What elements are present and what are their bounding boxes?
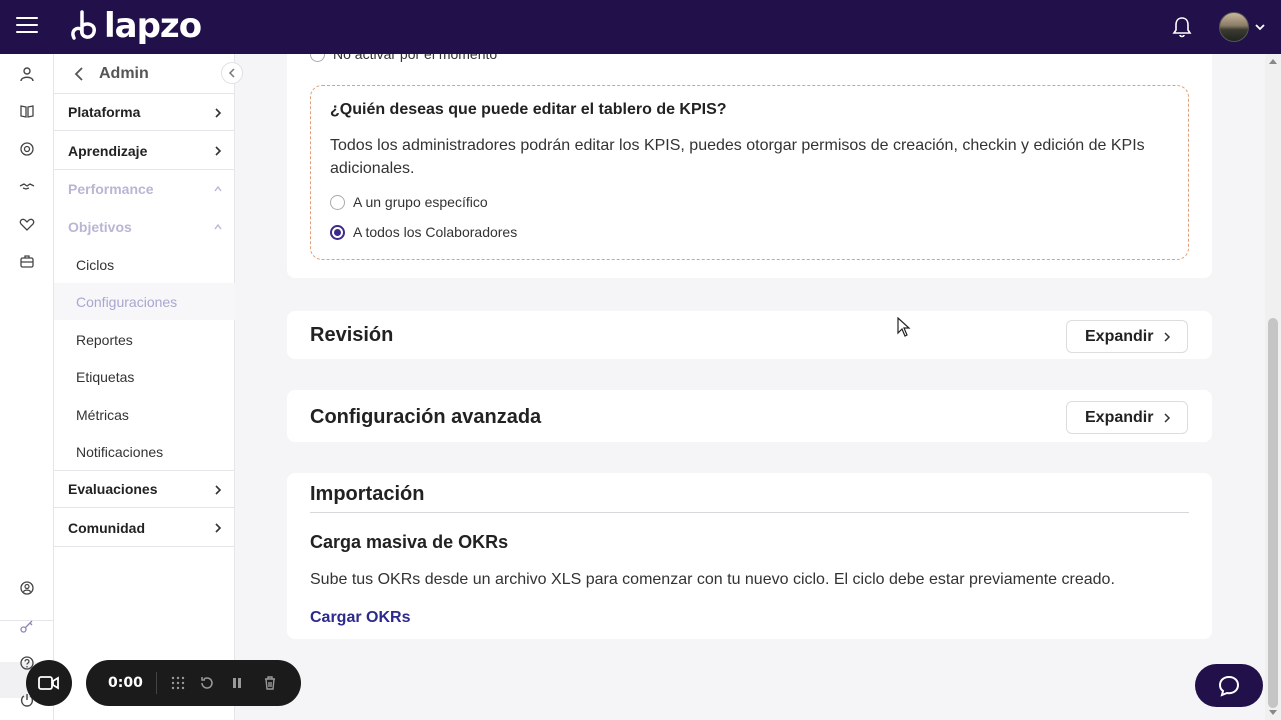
book-icon[interactable] (17, 101, 37, 121)
sidebar-item-label: Aprendizaje (68, 142, 148, 159)
admin-sidebar: Admin Plataforma Aprendizaje Performance… (54, 54, 243, 720)
sidebar-item-reportes[interactable]: Reportes (54, 321, 235, 358)
logo-mark-icon (71, 10, 96, 40)
restart-icon[interactable] (197, 673, 217, 693)
trash-icon[interactable] (260, 673, 280, 693)
expand-button-label: Expandir (1085, 408, 1154, 426)
revision-expand-button[interactable]: Expandir (1066, 320, 1188, 353)
sidebar-item-label: Objetivos (68, 219, 132, 235)
chevron-right-icon (215, 485, 222, 495)
radio-button[interactable] (330, 194, 345, 210)
logo-text: lapzo (104, 6, 202, 46)
radio-button[interactable] (310, 54, 325, 62)
kpis-question: ¿Quién deseas que puede editar el tabler… (330, 101, 727, 118)
key-icon[interactable] (17, 616, 37, 636)
revision-title: Revisión (310, 324, 394, 346)
back-arrow-icon[interactable] (72, 66, 86, 82)
revision-card: Revisión Expandir (287, 311, 1212, 359)
chevron-up-icon (214, 223, 222, 230)
drag-handle-icon[interactable] (168, 673, 188, 693)
chevron-right-icon (215, 146, 222, 156)
scroll-up-icon[interactable] (1269, 58, 1277, 64)
radio-todos-colaboradores[interactable]: A todos los Colaboradores (330, 224, 517, 240)
sidebar-header: Admin (54, 54, 243, 94)
carga-masiva-title: Carga masiva de OKRs (310, 532, 509, 552)
chevron-right-icon (215, 523, 222, 533)
radio-no-activar[interactable]: No activar por el momento (310, 54, 497, 62)
sidebar-item-objetivos[interactable]: Objetivos (54, 208, 235, 246)
sidebar-item-label: Performance (68, 181, 154, 197)
expand-button-label: Expandir (1085, 327, 1154, 345)
importacion-title: Importación (310, 483, 425, 505)
radio-button-checked[interactable] (330, 224, 345, 240)
sidebar-item-evaluaciones[interactable]: Evaluaciones (54, 470, 235, 508)
sidebar-item-plataforma[interactable]: Plataforma (54, 93, 235, 131)
mouse-cursor-icon (897, 317, 911, 337)
page-scrollbar[interactable] (1265, 54, 1281, 720)
handshake-icon[interactable] (17, 176, 37, 196)
user-avatar[interactable] (1219, 12, 1249, 42)
configuracion-avanzada-card: Configuración avanzada Expandir (287, 390, 1212, 442)
sidebar-item-performance[interactable]: Performance (54, 170, 235, 208)
target-icon[interactable] (17, 139, 37, 159)
radio-grupo-especifico[interactable]: A un grupo específico (330, 194, 488, 210)
top-bar: lapzo (0, 0, 1281, 54)
chevron-right-icon (215, 108, 222, 118)
sidebar-item-label: Plataforma (68, 104, 141, 120)
divider (310, 512, 1189, 513)
sidebar-title: Admin (99, 65, 149, 82)
logo[interactable]: lapzo (68, 6, 202, 46)
sidebar-item-aprendizaje[interactable]: Aprendizaje (54, 132, 235, 170)
menu-icon[interactable] (16, 17, 38, 37)
user-settings-icon[interactable] (17, 578, 37, 598)
radio-label: No activar por el momento (333, 54, 498, 62)
main-content: No activar por el momento ¿Quién deseas … (235, 54, 1265, 720)
sidebar-item-notificaciones[interactable]: Notificaciones (54, 433, 235, 470)
chevron-up-icon (214, 185, 222, 192)
sidebar-item-label: Comunidad (68, 519, 145, 536)
radio-label: A un grupo específico (353, 194, 488, 210)
recorder-toolbar: 0:00 (86, 660, 301, 706)
chevron-down-icon[interactable] (1254, 22, 1266, 32)
cargar-okrs-link[interactable]: Cargar OKRs (310, 609, 410, 627)
kpis-description: Todos los administradores podrán editar … (330, 137, 1145, 177)
carga-masiva-description: Sube tus OKRs desde un archivo XLS para … (310, 571, 1115, 588)
recorder-separator (156, 672, 157, 694)
chat-bubble-icon (1218, 675, 1240, 697)
briefcase-icon[interactable] (17, 251, 37, 271)
pause-icon[interactable] (227, 673, 247, 693)
avanzada-expand-button[interactable]: Expandir (1066, 401, 1188, 434)
kpis-permissions-box: ¿Quién deseas que puede editar el tabler… (310, 85, 1189, 260)
recorder-timer: 0:00 (108, 675, 143, 691)
chevron-right-icon (1164, 413, 1171, 423)
scrollbar-thumb[interactable] (1268, 318, 1278, 708)
icon-rail (0, 54, 54, 720)
radio-label: A todos los Colaboradores (353, 224, 518, 240)
sidebar-item-etiquetas[interactable]: Etiquetas (54, 358, 235, 395)
sidebar-item-comunidad[interactable]: Comunidad (54, 509, 235, 547)
heart-icon[interactable] (17, 214, 37, 234)
sidebar-item-configuraciones[interactable]: Configuraciones (54, 283, 235, 320)
notifications-bell-icon[interactable] (1172, 16, 1192, 38)
importacion-card: Importación Carga masiva de OKRs Sube tu… (287, 473, 1212, 639)
sidebar-item-metricas[interactable]: Métricas (54, 396, 235, 433)
sidebar-item-ciclos[interactable]: Ciclos (54, 246, 235, 283)
recorder-camera-button[interactable] (26, 660, 72, 706)
sidebar-item-label: Evaluaciones (68, 481, 158, 497)
scroll-down-icon[interactable] (1269, 710, 1277, 716)
video-camera-icon (38, 676, 59, 690)
chat-support-button[interactable] (1195, 664, 1263, 707)
user-icon[interactable] (17, 64, 37, 84)
chevron-right-icon (1164, 332, 1171, 342)
configuracion-avanzada-title: Configuración avanzada (310, 406, 542, 428)
